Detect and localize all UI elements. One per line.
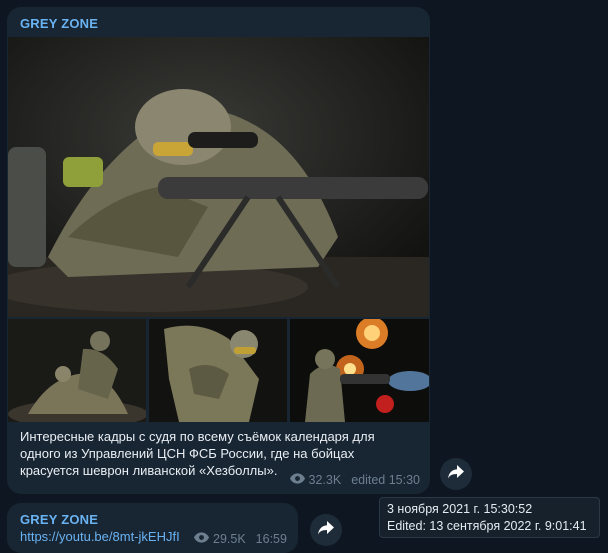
tooltip-edited: Edited: 13 сентября 2022 г. 9:01:41 (387, 519, 587, 533)
share-arrow-icon (318, 520, 334, 540)
share-button[interactable] (310, 514, 342, 546)
edited-time: edited 15:30 (351, 473, 420, 487)
share-button[interactable] (440, 458, 472, 490)
sniper-main-photo[interactable] (8, 37, 429, 317)
soldier-photo-2[interactable] (149, 319, 287, 422)
message-bubble-post[interactable]: GREY ZONE Интересные кадры с судя по все… (7, 7, 430, 494)
channel-name[interactable]: GREY ZONE (20, 16, 98, 31)
date-tooltip: 3 ноября 2021 г. 15:30:52 Edited: 13 сен… (379, 497, 600, 538)
post-meta: 29.5K 16:59 (194, 532, 287, 546)
share-arrow-icon (448, 464, 464, 484)
post-time: 16:59 (255, 532, 287, 546)
eye-icon (194, 532, 209, 546)
soldiers-photo-1[interactable] (8, 319, 146, 422)
minigun-photo-3[interactable] (290, 319, 429, 422)
tooltip-date: 3 ноября 2021 г. 15:30:52 (387, 502, 533, 516)
eye-icon (289, 473, 305, 487)
view-count: 29.5K (213, 532, 246, 546)
post-caption: Интересные кадры с судя по всему съёмок … (20, 429, 375, 478)
channel-name[interactable]: GREY ZONE (20, 512, 98, 527)
youtube-link[interactable]: https://youtu.be/8mt-jkEHJfI (20, 529, 180, 544)
post-meta: 32.3K edited 15:30 (289, 473, 420, 487)
view-count: 32.3K (308, 473, 342, 487)
